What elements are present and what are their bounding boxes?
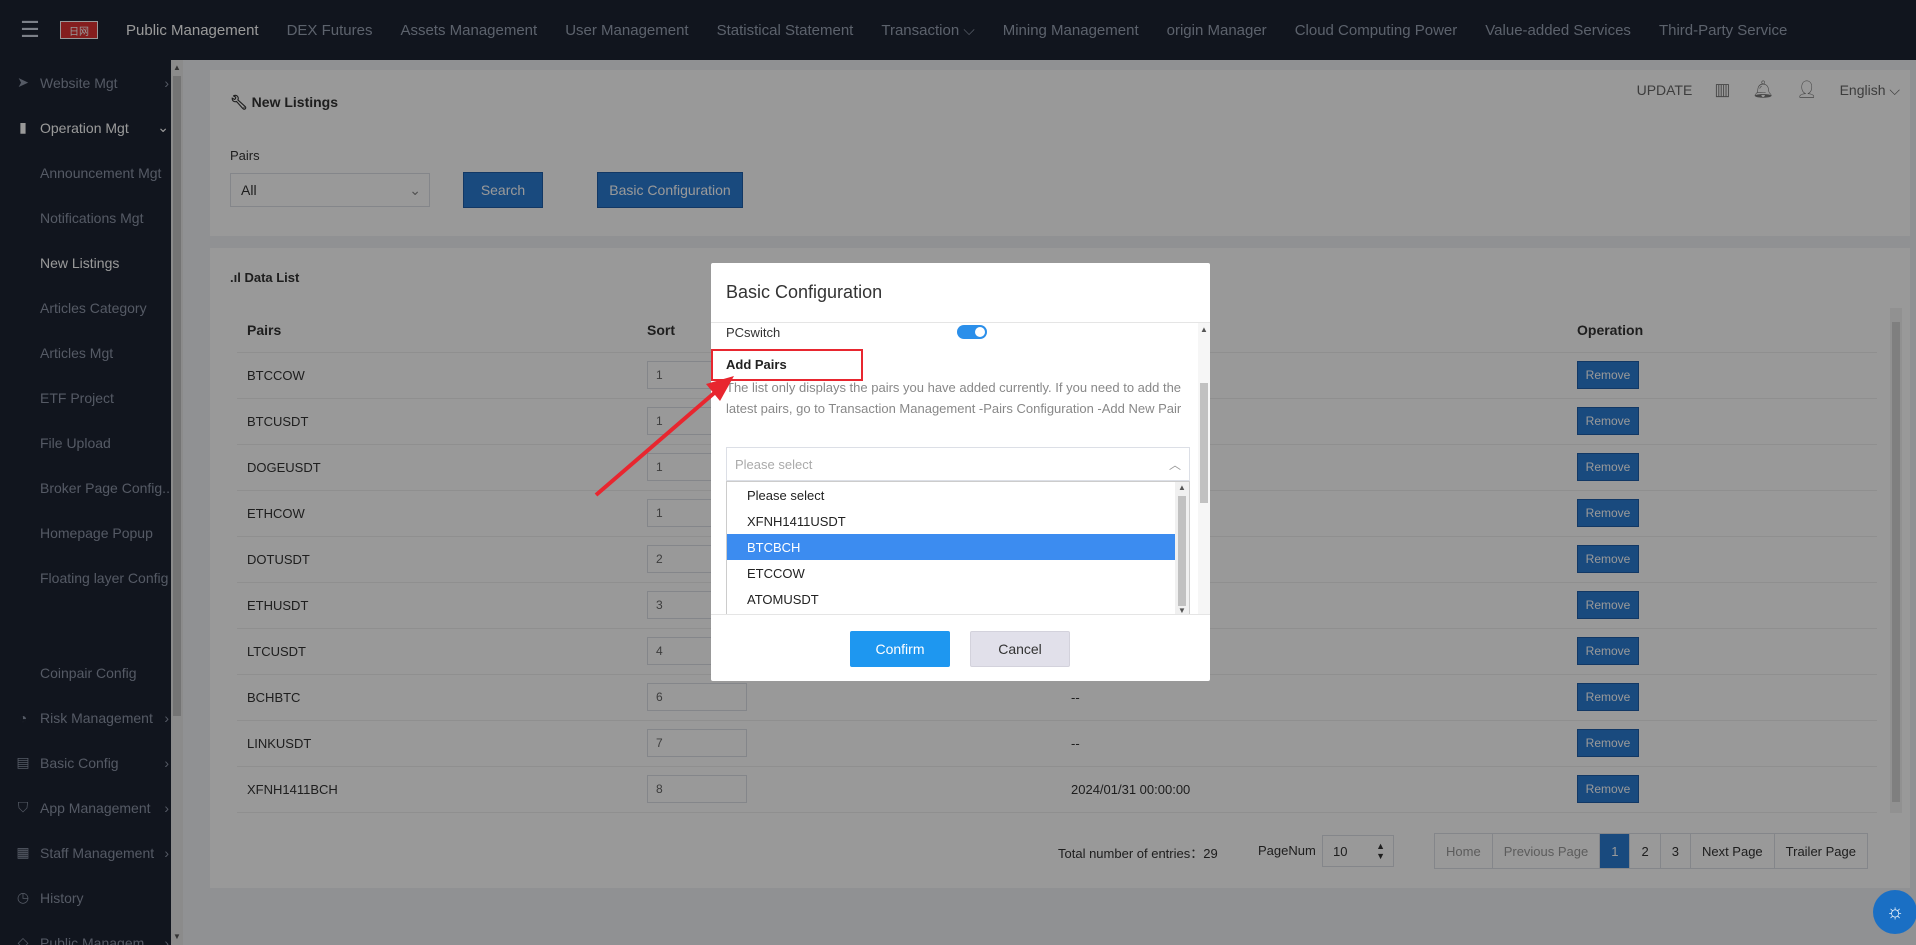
scroll-down-arrow-icon[interactable]: ▼	[1175, 606, 1189, 614]
help-lightbulb-icon[interactable]: ☼	[1873, 890, 1916, 934]
scroll-up-arrow-icon[interactable]: ▲	[1198, 325, 1210, 334]
dropdown-option[interactable]: BTCBCH	[727, 534, 1177, 560]
pcswitch-toggle[interactable]	[957, 325, 987, 339]
dialog-body: PCswitch Add Pairs The list only display…	[711, 323, 1210, 615]
dropdown-option[interactable]: ATOMUSDT	[727, 586, 1177, 612]
dialog-title: Basic Configuration	[711, 263, 1210, 323]
scroll-up-arrow-icon[interactable]: ▲	[1175, 483, 1189, 492]
pcswitch-label: PCswitch	[726, 325, 781, 340]
dialog-scrollbar[interactable]: ▲	[1198, 323, 1210, 614]
basic-configuration-dialog: Basic Configuration PCswitch Add Pairs T…	[711, 263, 1210, 681]
chevron-up-icon: ︿	[1168, 457, 1181, 472]
cancel-button[interactable]: Cancel	[970, 631, 1070, 667]
dropdown-option[interactable]: XFNH1411USDT	[727, 508, 1177, 534]
highlight-box	[711, 349, 863, 381]
dropdown-scrollbar[interactable]: ▲ ▼	[1175, 482, 1189, 614]
add-pairs-select[interactable]: Please select ︿	[726, 447, 1190, 481]
toggle-knob	[975, 327, 985, 337]
add-pairs-hint: The list only displays the pairs you hav…	[726, 380, 1182, 416]
scrollbar-thumb[interactable]	[1178, 496, 1186, 606]
dropdown-option[interactable]: Please select	[727, 482, 1177, 508]
dropdown-option[interactable]: ETCCOW	[727, 560, 1177, 586]
confirm-button[interactable]: Confirm	[850, 631, 950, 667]
pairs-dropdown-list: Please select XFNH1411USDT BTCBCH ETCCOW ATO…	[726, 481, 1190, 614]
scrollbar-thumb[interactable]	[1200, 383, 1208, 503]
